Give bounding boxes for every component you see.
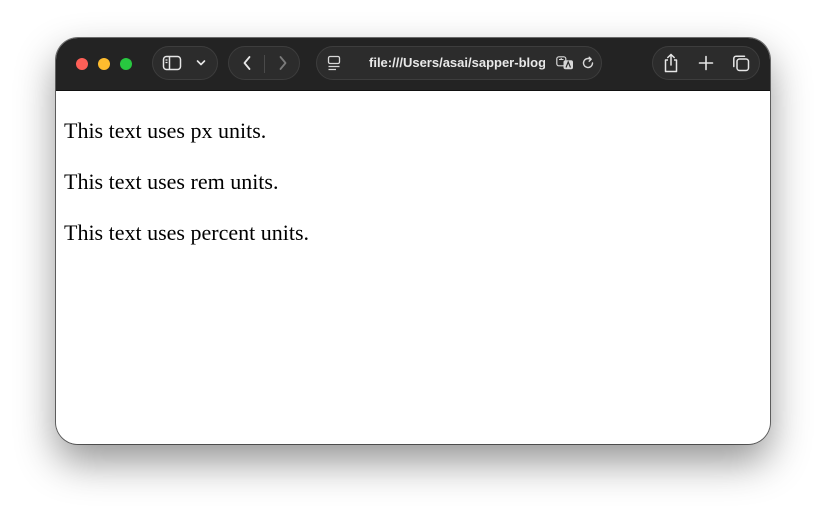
tab-overview-button[interactable] [729,53,753,73]
navigation-control [228,46,300,80]
reload-icon [582,56,594,69]
tabs-overview-icon [733,55,750,72]
translate-button[interactable] [555,53,575,73]
chevron-left-icon [243,56,251,70]
text-line-px: This text uses px units. [64,118,267,143]
sidebar-toggle-button[interactable] [161,53,183,73]
nav-divider [264,55,265,73]
page-content: This text uses px units. This text uses … [56,91,770,444]
browser-window: file:///Users/asai/sapper-blog This text… [56,38,770,444]
minimize-window-button[interactable] [98,58,110,70]
forward-button[interactable] [271,53,295,73]
translate-icon [556,56,573,70]
address-bar[interactable]: file:///Users/asai/sapper-blog [316,46,602,80]
plus-icon [698,55,714,71]
toolbar: file:///Users/asai/sapper-blog [56,38,770,91]
reload-button[interactable] [579,53,597,73]
tab-group-dropdown-button[interactable] [191,53,211,73]
share-button[interactable] [659,52,683,74]
maximize-window-button[interactable] [120,58,132,70]
page-menu-button[interactable] [325,53,343,73]
chevron-down-icon [196,60,206,66]
tab-actions-control [652,46,760,80]
share-icon [664,53,678,73]
sidebar-icon [162,55,182,71]
chevron-right-icon [279,56,287,70]
text-line-rem: This text uses rem units. [64,169,279,194]
page-menu-icon [327,55,341,71]
back-button[interactable] [235,53,259,73]
new-tab-button[interactable] [695,53,717,73]
sidebar-control [152,46,218,80]
text-line-percent: This text uses percent units. [64,220,310,245]
close-window-button[interactable] [76,58,88,70]
address-text[interactable]: file:///Users/asai/sapper-blog [369,47,545,79]
